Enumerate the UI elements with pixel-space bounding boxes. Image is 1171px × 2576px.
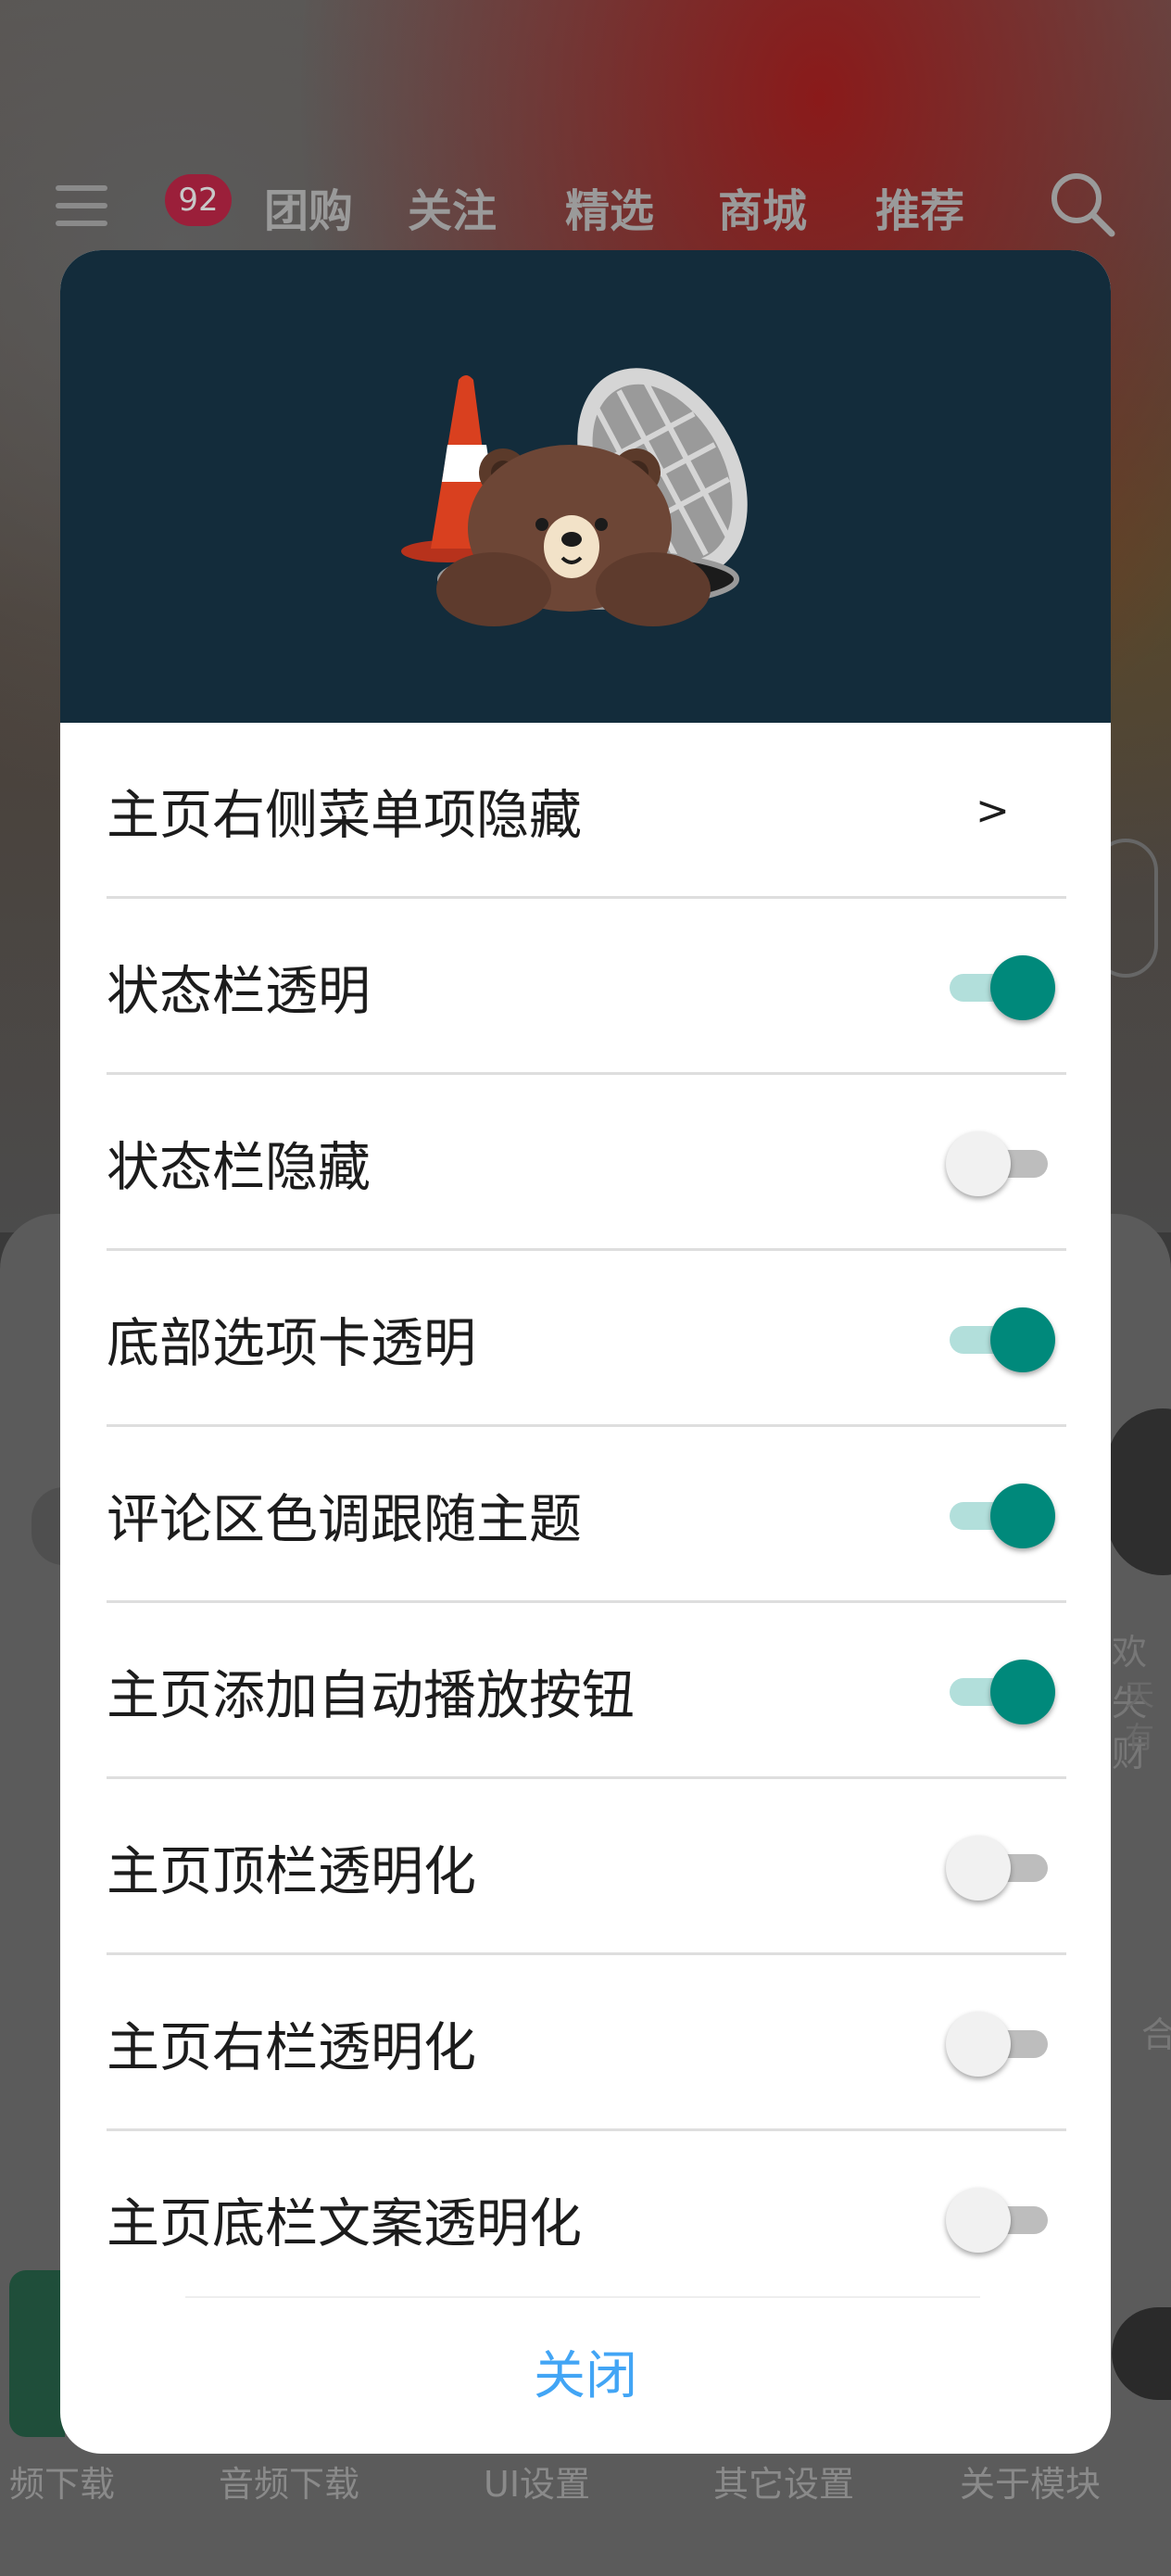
menu-icon[interactable]: 92 [56, 174, 232, 226]
background-edge-text: 合 [1141, 2014, 1171, 2055]
setting-row-bottom-tabs-transparent[interactable]: 底部选项卡透明 [60, 1251, 1111, 1427]
setting-label: 底部选项卡透明 [107, 1313, 476, 1374]
background-tile [9, 2270, 65, 2437]
setting-label: 状态栏透明 [107, 961, 371, 1022]
tab-recommend[interactable]: 推荐 [875, 174, 964, 239]
setting-row-statusbar-hide[interactable]: 状态栏隐藏 [60, 1075, 1111, 1251]
bottom-nav: 频下载 音频下载 UI设置 其它设置 关于模块 [0, 2456, 1171, 2511]
dialog-header [60, 250, 1111, 723]
settings-list: 主页右侧菜单项隐藏 > 状态栏透明 状态栏隐藏 底部选项卡透明 评论区色调跟随主… [60, 723, 1111, 2307]
setting-label: 主页右栏透明化 [107, 2017, 476, 2078]
setting-label: 主页底栏文案透明化 [107, 2193, 582, 2254]
setting-row-statusbar-transparent[interactable]: 状态栏透明 [60, 899, 1111, 1075]
nav-ui-settings[interactable]: UI设置 [484, 2456, 590, 2507]
tab-featured[interactable]: 精选 [565, 174, 654, 239]
search-icon[interactable] [1045, 167, 1119, 241]
rightbar-transparent-toggle[interactable] [946, 2008, 1055, 2078]
bottom-tabs-transparent-toggle[interactable] [946, 1304, 1055, 1374]
settings-dialog: 主页右侧菜单项隐藏 > 状态栏透明 状态栏隐藏 底部选项卡透明 评论区色调跟随主… [60, 250, 1111, 2454]
nav-video-download[interactable]: 频下载 [9, 2456, 115, 2507]
background-avatar [1107, 1408, 1171, 1575]
setting-row-hide-right-menu-items[interactable]: 主页右侧菜单项隐藏 > [60, 723, 1111, 899]
setting-label: 主页顶栏透明化 [107, 1841, 476, 1902]
bottombar-text-transparent-toggle[interactable] [946, 2184, 1055, 2254]
tab-follow[interactable]: 关注 [408, 174, 497, 239]
bear-in-manhole-illustration [401, 368, 748, 626]
setting-row-topbar-transparent[interactable]: 主页顶栏透明化 [60, 1779, 1111, 1955]
notification-badge: 92 [165, 174, 232, 226]
comment-theme-toggle[interactable] [946, 1480, 1055, 1550]
nav-about-module[interactable]: 关于模块 [960, 2456, 1101, 2507]
setting-row-comment-theme[interactable]: 评论区色调跟随主题 [60, 1427, 1111, 1603]
nav-other-settings[interactable]: 其它设置 [713, 2456, 854, 2507]
tab-group-buy[interactable]: 团购 [264, 174, 353, 239]
topbar-transparent-toggle[interactable] [946, 1832, 1055, 1902]
nav-audio-download[interactable]: 音频下载 [219, 2456, 359, 2507]
background-edge-text: 天有 [1125, 1677, 1155, 1755]
top-bar: 92 团购 关注 精选 商城 推荐 [0, 158, 1171, 250]
statusbar-transparent-toggle[interactable] [946, 952, 1055, 1022]
setting-label: 评论区色调跟随主题 [107, 1489, 582, 1550]
setting-row-autoplay-button[interactable]: 主页添加自动播放按钮 [60, 1603, 1111, 1779]
setting-row-rightbar-transparent[interactable]: 主页右栏透明化 [60, 1955, 1111, 2131]
setting-row-bottombar-text-transparent[interactable]: 主页底栏文案透明化 [60, 2131, 1111, 2307]
tab-mall[interactable]: 商城 [718, 174, 807, 239]
autoplay-button-toggle[interactable] [946, 1656, 1055, 1726]
divider [185, 2296, 980, 2298]
statusbar-hide-toggle[interactable] [946, 1128, 1055, 1198]
setting-label: 主页右侧菜单项隐藏 [107, 785, 582, 846]
close-button[interactable]: 关闭 [60, 2300, 1111, 2454]
chevron-right-icon: > [976, 787, 1010, 835]
setting-label: 状态栏隐藏 [107, 1137, 371, 1198]
setting-label: 主页添加自动播放按钮 [107, 1665, 635, 1726]
